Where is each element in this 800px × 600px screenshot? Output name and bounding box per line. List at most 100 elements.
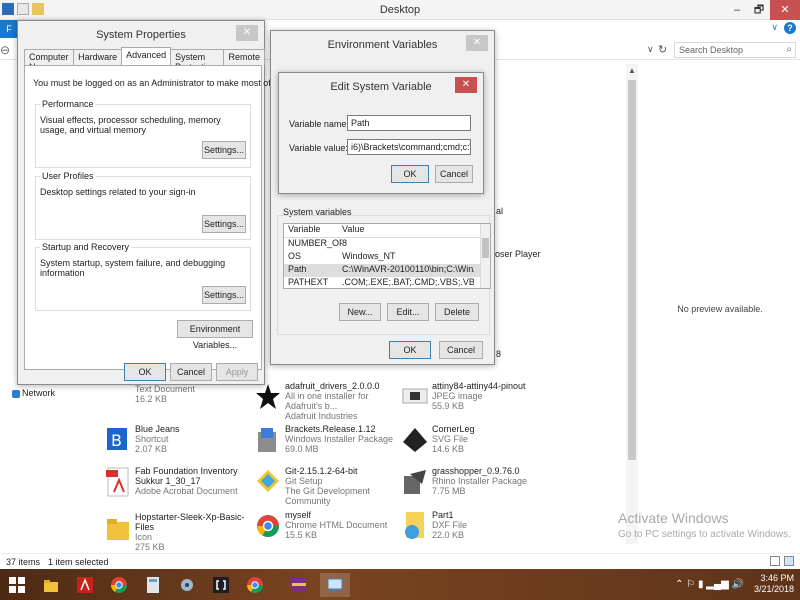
col-variable[interactable]: Variable	[284, 224, 342, 237]
environment-variables-button[interactable]: Environment Variables...	[177, 320, 253, 350]
table-row[interactable]: OS Windows_NT	[284, 251, 490, 264]
file-item[interactable]: myself Chrome HTML Document 15.5 KB	[255, 510, 405, 550]
tab-computer-name[interactable]: Computer Name	[24, 49, 75, 72]
scroll-up-arrow-icon[interactable]: ▲	[628, 66, 636, 75]
file-size: 55.9 KB	[432, 401, 465, 411]
dialog-tabs: Computer Name Hardware Advanced System P…	[24, 47, 265, 72]
file-item[interactable]: Fab Foundation Inventory Sukkur 1_30_17 …	[105, 466, 255, 506]
scrollbar-thumb[interactable]	[482, 238, 489, 258]
watermark-title: Activate Windows	[618, 510, 729, 526]
taskbar-brackets[interactable]	[206, 573, 236, 597]
table-scrollbar[interactable]	[480, 224, 490, 288]
file-type: JPEG image	[432, 391, 483, 401]
search-input[interactable]: Search Desktop ⌕	[674, 42, 796, 58]
taskbar-acrobat[interactable]	[70, 573, 100, 597]
ok-button[interactable]: OK	[389, 341, 431, 359]
taskbar-file-explorer[interactable]	[36, 573, 66, 597]
file-size: 22.0 KB	[432, 530, 465, 540]
installer-package-icon	[258, 428, 276, 452]
col-value[interactable]: Value	[342, 224, 474, 237]
chrome-icon	[111, 577, 127, 593]
taskbar-app[interactable]	[172, 573, 202, 597]
clock[interactable]: 3:46 PM 3/21/2018	[754, 573, 794, 595]
variable-value-input[interactable]: i6)\Brackets\command;cmd;c:\avrdude-6.3	[347, 139, 471, 155]
maximize-button[interactable]: 🗗	[748, 0, 770, 20]
group-label: User Profiles	[40, 171, 96, 181]
cancel-button[interactable]: Cancel	[435, 165, 473, 183]
advanced-tab-panel: You must be logged on as an Administrato…	[24, 65, 334, 370]
start-button[interactable]	[2, 573, 32, 597]
details-view-icon[interactable]	[770, 556, 780, 566]
bluejeans-icon: B	[107, 428, 127, 450]
tab-remote[interactable]: Remote	[223, 49, 265, 65]
minimize-button[interactable]: –	[726, 0, 748, 20]
window-controls: – 🗗 ✕	[726, 0, 800, 20]
dialog-close-button[interactable]: ✕	[455, 77, 477, 93]
content-scrollbar[interactable]: ▲	[626, 64, 638, 544]
file-item[interactable]: B Blue Jeans Shortcut 2.07 KB	[105, 424, 255, 464]
cancel-button[interactable]: Cancel	[439, 341, 483, 359]
file-item[interactable]: attiny84-attiny44-pinout JPEG image 55.9…	[402, 381, 552, 421]
nav-item-network[interactable]: Network	[12, 388, 55, 398]
tray-icons[interactable]: ⌃ ⚐ ▮ ▂▄▆ 🔊	[675, 579, 744, 590]
file-type: Windows Installer Package	[285, 434, 394, 444]
profiles-settings-button[interactable]: Settings...	[202, 215, 246, 233]
file-name: Brackets.Release.1.12	[285, 424, 376, 434]
tab-system-protection[interactable]: System Protection	[170, 49, 225, 72]
address-dropdown-chevron-icon[interactable]: ∨	[647, 44, 654, 55]
dialog-title: System Properties	[96, 29, 186, 41]
file-type: Chrome HTML Document	[285, 520, 388, 530]
variable-name-input[interactable]: Path	[347, 115, 471, 131]
system-variables-table[interactable]: Variable Value NUMBER_OF_P... 8 OS Windo…	[283, 223, 491, 289]
table-row[interactable]: NUMBER_OF_P... 8	[284, 238, 490, 251]
dialog-close-button[interactable]: ✕	[236, 25, 258, 41]
performance-settings-button[interactable]: Settings...	[202, 141, 246, 159]
ribbon-expand-chevron-icon[interactable]: ∨	[771, 22, 778, 34]
table-row[interactable]: PATHEXT .COM;.EXE;.BAT;.CMD;.VBS;.VBE;.J…	[284, 277, 490, 288]
refresh-icon[interactable]: ↻	[658, 43, 667, 56]
file-name: adafruit_drivers_2.0.0.0	[285, 381, 380, 391]
pdf-icon	[106, 467, 129, 497]
file-item[interactable]: Text Document 16.2 KB	[105, 384, 255, 424]
help-icon[interactable]: ?	[784, 22, 796, 34]
taskbar-chrome[interactable]	[104, 573, 134, 597]
tab-hardware[interactable]: Hardware	[73, 49, 123, 65]
file-item[interactable]: CornerLeg SVG File 14.6 KB	[402, 424, 552, 464]
apply-button[interactable]: Apply	[216, 363, 258, 381]
search-icon[interactable]: ⌕	[786, 44, 792, 55]
file-size: The Git Development Community	[285, 486, 371, 506]
new-button[interactable]: New...	[339, 303, 381, 321]
large-icons-view-icon[interactable]	[784, 556, 794, 566]
file-item[interactable]: adafruit_drivers_2.0.0.0 All in one inst…	[255, 381, 405, 421]
close-button[interactable]: ✕	[770, 0, 800, 20]
file-item[interactable]: Hopstarter-Sleek-Xp-Basic-Files Icon 275…	[105, 512, 255, 552]
file-item[interactable]: Git-2.15.1.2-64-bit Git Setup The Git De…	[255, 466, 405, 506]
chrome-icon	[247, 577, 263, 593]
table-row[interactable]: Path C:\WinAVR-20100110\bin;C:\WinAVR-2.…	[284, 264, 490, 277]
edit-button[interactable]: Edit...	[387, 303, 429, 321]
startup-settings-button[interactable]: Settings...	[202, 286, 246, 304]
ok-button[interactable]: OK	[124, 363, 166, 381]
dialog-close-button[interactable]: ✕	[466, 35, 488, 51]
file-size: 16.2 KB	[135, 394, 168, 404]
cancel-button[interactable]: Cancel	[170, 363, 212, 381]
taskbar-chrome-2[interactable]	[240, 573, 270, 597]
tab-advanced[interactable]: Advanced	[121, 47, 172, 65]
file-size: 15.5 KB	[285, 530, 318, 540]
delete-button[interactable]: Delete	[435, 303, 479, 321]
startup-recovery-group: Startup and Recovery System startup, sys…	[35, 242, 251, 311]
preview-pane: No preview available.	[640, 60, 800, 550]
adafruit-star-icon	[256, 384, 280, 409]
taskbar-winrar[interactable]	[284, 573, 314, 597]
ok-button[interactable]: OK	[391, 165, 429, 183]
file-item[interactable]: Part1 DXF File 22.0 KB	[402, 510, 552, 550]
scrollbar-thumb[interactable]	[628, 80, 636, 460]
taskbar-system-properties[interactable]	[320, 573, 350, 597]
file-item[interactable]: Brackets.Release.1.12 Windows Installer …	[255, 424, 405, 464]
file-size: 275 KB	[135, 542, 165, 552]
taskbar-calculator[interactable]	[138, 573, 168, 597]
file-type: Adobe Acrobat Document	[135, 486, 238, 496]
back-arrow-icon[interactable]: ⊖	[0, 43, 10, 57]
file-tab[interactable]: F	[0, 20, 18, 38]
file-item[interactable]: grasshopper_0.9.76.0 Rhino Installer Pac…	[402, 466, 552, 506]
